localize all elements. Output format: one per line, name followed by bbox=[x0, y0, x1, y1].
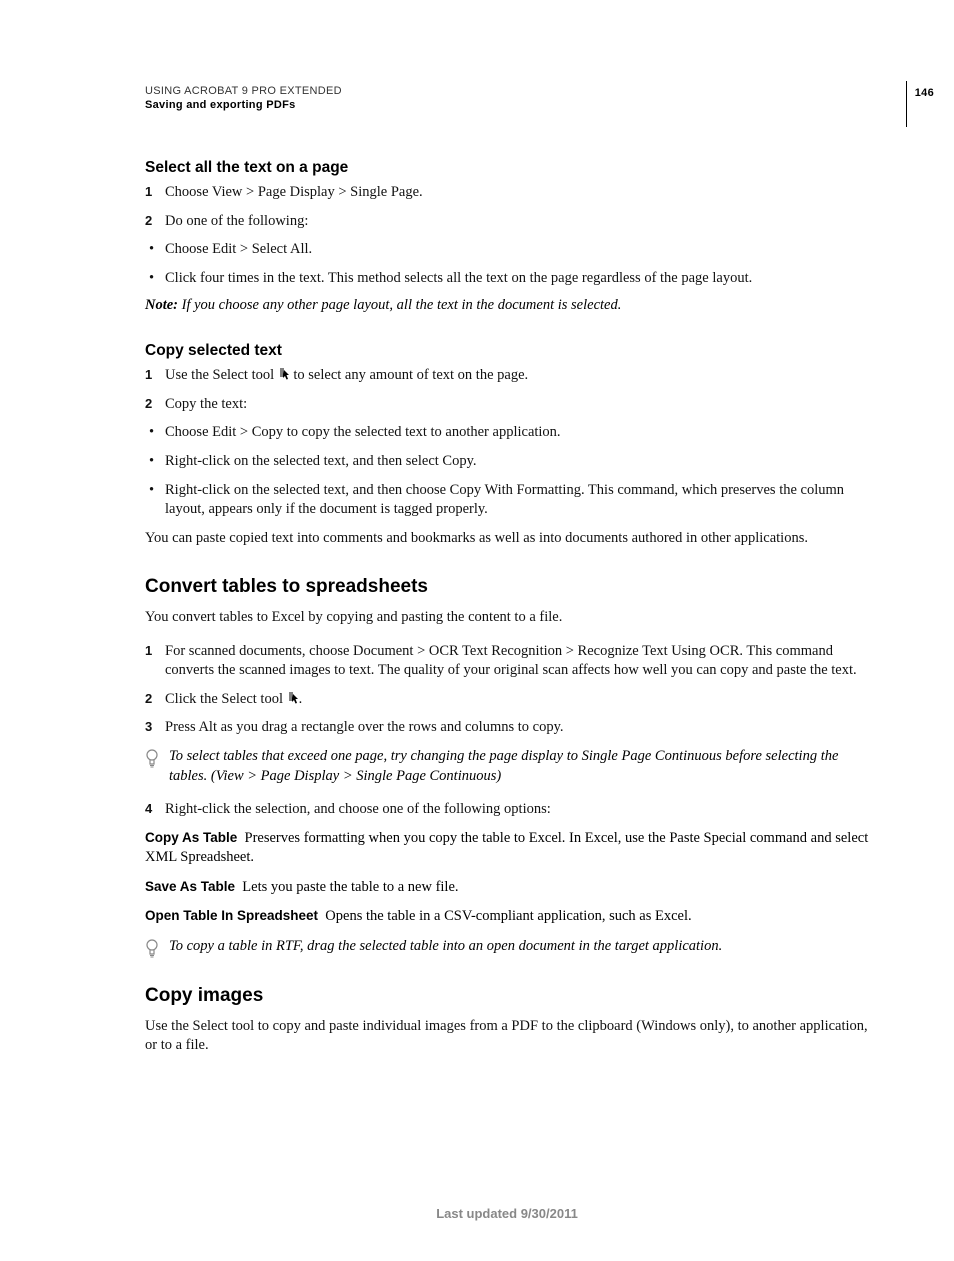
step-item: 4 Right-click the selection, and choose o… bbox=[145, 800, 869, 820]
heading-copy-images: Copy images bbox=[145, 985, 869, 1007]
step-number: 1 bbox=[145, 366, 152, 384]
step-number: 2 bbox=[145, 212, 152, 230]
def-body: Preserves formatting when you copy the t… bbox=[145, 830, 868, 866]
lightbulb-icon bbox=[145, 749, 159, 769]
note: Note: If you choose any other page layou… bbox=[145, 297, 869, 314]
note-label: Note: bbox=[145, 297, 178, 313]
definition-item: Copy As Table Preserves formatting when … bbox=[145, 829, 869, 868]
heading-select-all: Select all the text on a page bbox=[145, 159, 869, 177]
step-text-prefix: Click the Select tool bbox=[165, 691, 287, 707]
steps-list: 1 Use the Select tool to select any amou… bbox=[145, 366, 869, 414]
def-body: Lets you paste the table to a new file. bbox=[242, 879, 458, 895]
def-term: Copy As Table bbox=[145, 830, 237, 845]
document-page: USING ACROBAT 9 PRO EXTENDED Saving and … bbox=[0, 0, 954, 1261]
step-text: For scanned documents, choose Document >… bbox=[165, 643, 857, 679]
section-copy-selected-text: Copy selected text 1 Use the Select tool… bbox=[145, 342, 869, 548]
step-item: 1 For scanned documents, choose Document … bbox=[145, 642, 869, 681]
step-text: Copy the text: bbox=[165, 396, 247, 412]
chapter-title: Saving and exporting PDFs bbox=[145, 99, 869, 111]
steps-list: 1 Choose View > Page Display > Single Pag… bbox=[145, 183, 869, 231]
heading-copy-selected: Copy selected text bbox=[145, 342, 869, 360]
step-item: 3 Press Alt as you drag a rectangle over … bbox=[145, 718, 869, 738]
select-tool-icon bbox=[278, 367, 290, 381]
step-number: 2 bbox=[145, 395, 152, 413]
step-item: 2 Click the Select tool . bbox=[145, 690, 869, 710]
bullet-list: Choose Edit > Select All. Click four tim… bbox=[145, 240, 869, 288]
step-text: Choose View > Page Display > Single Page… bbox=[165, 184, 423, 200]
bullet-item: Right-click on the selected text, and th… bbox=[145, 452, 869, 472]
tip-text: To select tables that exceed one page, t… bbox=[169, 748, 838, 784]
heading-convert-tables: Convert tables to spreadsheets bbox=[145, 576, 869, 598]
bullet-list: Choose Edit > Copy to copy the selected … bbox=[145, 423, 869, 519]
step-text: Do one of the following: bbox=[165, 213, 308, 229]
note-body: If you choose any other page layout, all… bbox=[182, 297, 622, 313]
step-text: Press Alt as you drag a rectangle over t… bbox=[165, 719, 564, 735]
paragraph: Use the Select tool to copy and paste in… bbox=[145, 1017, 869, 1056]
bullet-item: Choose Edit > Select All. bbox=[145, 240, 869, 260]
def-term: Open Table In Spreadsheet bbox=[145, 908, 318, 923]
page-header: USING ACROBAT 9 PRO EXTENDED Saving and … bbox=[145, 85, 869, 111]
definition-item: Open Table In Spreadsheet Opens the tabl… bbox=[145, 907, 869, 927]
tip: To copy a table in RTF, drag the selecte… bbox=[145, 937, 869, 957]
paragraph: You can paste copied text into comments … bbox=[145, 529, 869, 549]
step-item: 1 Use the Select tool to select any amou… bbox=[145, 366, 869, 386]
doc-title: USING ACROBAT 9 PRO EXTENDED bbox=[145, 85, 869, 97]
tip: To select tables that exceed one page, t… bbox=[145, 747, 869, 786]
steps-list: 4 Right-click the selection, and choose o… bbox=[145, 800, 869, 820]
tip-text: To copy a table in RTF, drag the selecte… bbox=[169, 938, 722, 954]
step-number: 3 bbox=[145, 718, 152, 736]
step-text: Right-click the selection, and choose on… bbox=[165, 801, 551, 817]
step-number: 4 bbox=[145, 800, 152, 818]
section-convert-tables: Convert tables to spreadsheets You conve… bbox=[145, 576, 869, 956]
footer-updated: Last updated 9/30/2011 bbox=[145, 1206, 869, 1221]
lightbulb-icon bbox=[145, 939, 159, 959]
step-number: 1 bbox=[145, 183, 152, 201]
bullet-item: Right-click on the selected text, and th… bbox=[145, 481, 869, 520]
page-number: 146 bbox=[906, 81, 934, 127]
paragraph: You convert tables to Excel by copying a… bbox=[145, 608, 869, 628]
step-number: 1 bbox=[145, 642, 152, 660]
def-body: Opens the table in a CSV-compliant appli… bbox=[325, 908, 691, 924]
section-copy-images: Copy images Use the Select tool to copy … bbox=[145, 985, 869, 1056]
step-number: 2 bbox=[145, 690, 152, 708]
def-term: Save As Table bbox=[145, 879, 235, 894]
steps-list: 1 For scanned documents, choose Document … bbox=[145, 642, 869, 738]
step-item: 2 Do one of the following: bbox=[145, 212, 869, 232]
step-item: 2 Copy the text: bbox=[145, 395, 869, 415]
bullet-item: Choose Edit > Copy to copy the selected … bbox=[145, 423, 869, 443]
bullet-item: Click four times in the text. This metho… bbox=[145, 269, 869, 289]
select-tool-icon bbox=[287, 691, 299, 705]
section-select-all-text: Select all the text on a page 1 Choose Vi… bbox=[145, 159, 869, 314]
definition-item: Save As Table Lets you paste the table t… bbox=[145, 878, 869, 898]
step-text-suffix: to select any amount of text on the page… bbox=[290, 367, 528, 383]
step-item: 1 Choose View > Page Display > Single Pag… bbox=[145, 183, 869, 203]
step-text-prefix: Use the Select tool bbox=[165, 367, 278, 383]
step-text-suffix: . bbox=[299, 691, 303, 707]
